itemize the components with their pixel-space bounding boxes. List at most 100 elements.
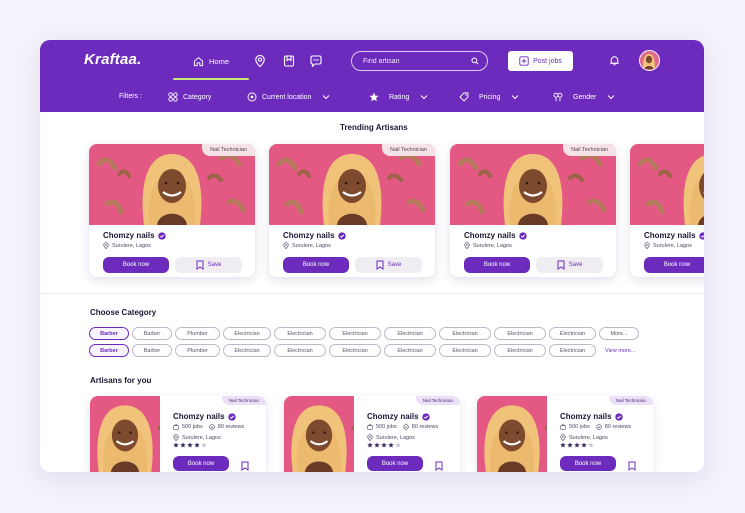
category-chip[interactable]: Electrician	[274, 327, 326, 340]
chevron-down-icon	[608, 95, 615, 100]
category-chip[interactable]: Electrician	[329, 327, 381, 340]
category-chip[interactable]: More...	[599, 327, 639, 340]
bookmark-button[interactable]	[435, 458, 443, 471]
category-chip[interactable]: Plumber	[175, 327, 220, 340]
reviews-icon	[209, 424, 215, 430]
book-now-button[interactable]: Book now	[367, 456, 423, 471]
artisan-name-row[interactable]: Chomzy nails	[103, 231, 166, 240]
category-chip[interactable]: Electrician	[439, 344, 491, 357]
artisan-name-row[interactable]: Chomzy nails	[644, 231, 704, 240]
book-now-button[interactable]: Book now	[560, 456, 616, 471]
artisan-card[interactable]: Nail Technician Chomzy nails 500 jobs 80…	[90, 396, 266, 472]
artisan-name-row[interactable]: Chomzy nails	[283, 231, 346, 240]
artisan-photo-frame[interactable]	[477, 396, 590, 472]
artisan-photo	[269, 144, 435, 225]
rating-star-icon	[201, 442, 207, 448]
app-window: Kraftaa. Home Find artisan Post jobs Fil…	[40, 40, 704, 472]
category-chip[interactable]: Electrician	[384, 327, 436, 340]
category-chip[interactable]: Electrician	[223, 344, 271, 357]
bookmark-icon	[435, 461, 443, 471]
trending-artisan-card[interactable]: Nail Technician Chomzy nails Surulere, L…	[89, 144, 255, 277]
artisan-photo-frame[interactable]	[450, 144, 616, 225]
saved-icon[interactable]	[282, 54, 296, 68]
post-jobs-button[interactable]: Post jobs	[508, 51, 573, 71]
book-now-button[interactable]: Book now	[283, 257, 349, 273]
user-photo	[640, 51, 658, 69]
verified-badge-icon	[337, 231, 346, 240]
category-chip[interactable]: Barber	[132, 344, 172, 357]
category-chip[interactable]: Plumber	[175, 344, 220, 357]
trending-artisan-card[interactable]: Nail Technician Chomzy nails Surulere, L…	[269, 144, 435, 277]
artisan-name-row[interactable]: Chomzy nails	[367, 412, 430, 421]
search-icon[interactable]	[471, 57, 479, 65]
book-now-button[interactable]: Book now	[173, 456, 229, 471]
artisan-name: Chomzy nails	[173, 412, 225, 421]
artisan-card[interactable]: Nail Technician Chomzy nails 500 jobs 80…	[284, 396, 460, 472]
reviews-count: 80 reviews	[604, 424, 632, 430]
bell-icon[interactable]	[608, 54, 621, 67]
category-chip[interactable]: Electrician	[494, 327, 546, 340]
artisan-photo-frame[interactable]	[284, 396, 397, 472]
category-chip[interactable]: Electrician	[549, 327, 596, 340]
bookmark-button[interactable]	[241, 458, 249, 471]
artisan-name-row[interactable]: Chomzy nails	[464, 231, 527, 240]
artisan-photo-frame[interactable]	[89, 144, 255, 225]
book-now-button[interactable]: Book now	[464, 257, 530, 273]
save-label: Save	[387, 262, 402, 268]
filter-rating[interactable]: Rating	[369, 88, 428, 106]
trending-artisan-card[interactable]: Nail Technician Chomzy nails Surulere, L…	[630, 144, 704, 277]
reviews-count: 80 reviews	[411, 424, 439, 430]
category-chip[interactable]: Electrician	[274, 344, 326, 357]
search-bar[interactable]	[351, 51, 488, 71]
artisan-photo-frame[interactable]	[269, 144, 435, 225]
rating-stars	[367, 442, 401, 448]
nav-home[interactable]: Home	[173, 40, 249, 82]
artisan-photo-frame[interactable]	[90, 396, 203, 472]
artisan-location-text: Surulere, Lagos	[653, 242, 692, 249]
user-avatar[interactable]	[639, 50, 660, 71]
artisan-photo	[450, 144, 616, 225]
filter-gender[interactable]: Gender	[553, 88, 615, 106]
book-now-button[interactable]: Book now	[644, 257, 704, 273]
artisan-card[interactable]: Nail Technician Chomzy nails 500 jobs 80…	[477, 396, 653, 472]
location-pin-icon	[103, 242, 109, 249]
filter-location[interactable]: Current location	[247, 88, 330, 106]
save-button[interactable]: Save	[355, 257, 422, 273]
save-button[interactable]: Save	[175, 257, 242, 273]
post-jobs-label: Post jobs	[533, 57, 562, 65]
view-more-link[interactable]: View more...	[605, 348, 635, 354]
brand-logo[interactable]: Kraftaa.	[84, 51, 141, 68]
artisan-name-row[interactable]: Chomzy nails	[173, 412, 236, 421]
search-input[interactable]	[363, 57, 471, 65]
book-now-button[interactable]: Book now	[103, 257, 169, 273]
artisan-photo	[630, 144, 704, 225]
reviews-icon	[403, 424, 409, 430]
category-chip[interactable]: Barber	[89, 344, 129, 357]
bookmark-button[interactable]	[628, 458, 636, 471]
bookmark-icon	[376, 260, 384, 270]
artisan-name-row[interactable]: Chomzy nails	[560, 412, 623, 421]
category-chip[interactable]: Electrician	[329, 344, 381, 357]
chevron-down-icon	[323, 95, 330, 100]
category-chip[interactable]: Electrician	[549, 344, 596, 357]
filter-location-label: Current location	[262, 93, 312, 101]
trending-artisan-card[interactable]: Nail Technician Chomzy nails Surulere, L…	[450, 144, 616, 277]
nav-home-label: Home	[208, 56, 229, 66]
trending-title: Trending Artisans	[340, 123, 408, 132]
artisan-photo	[477, 396, 590, 472]
chat-icon[interactable]	[309, 54, 323, 68]
artisan-photo-frame[interactable]	[630, 144, 704, 225]
filter-category[interactable]: Category	[168, 88, 211, 106]
category-chip[interactable]: Electrician	[439, 327, 491, 340]
artisan-location-text: Surulere, Lagos	[112, 242, 151, 249]
category-chip[interactable]: Barber	[132, 327, 172, 340]
save-button[interactable]: Save	[536, 257, 603, 273]
artisan-location: Surulere, Lagos	[103, 242, 151, 249]
category-chip[interactable]: Electrician	[223, 327, 271, 340]
location-icon[interactable]	[253, 54, 267, 68]
category-chip[interactable]: Barber	[89, 327, 129, 340]
filter-pricing[interactable]: Pricing	[459, 88, 519, 106]
grid-icon	[168, 92, 178, 102]
category-chip[interactable]: Electrician	[384, 344, 436, 357]
category-chip[interactable]: Electrician	[494, 344, 546, 357]
